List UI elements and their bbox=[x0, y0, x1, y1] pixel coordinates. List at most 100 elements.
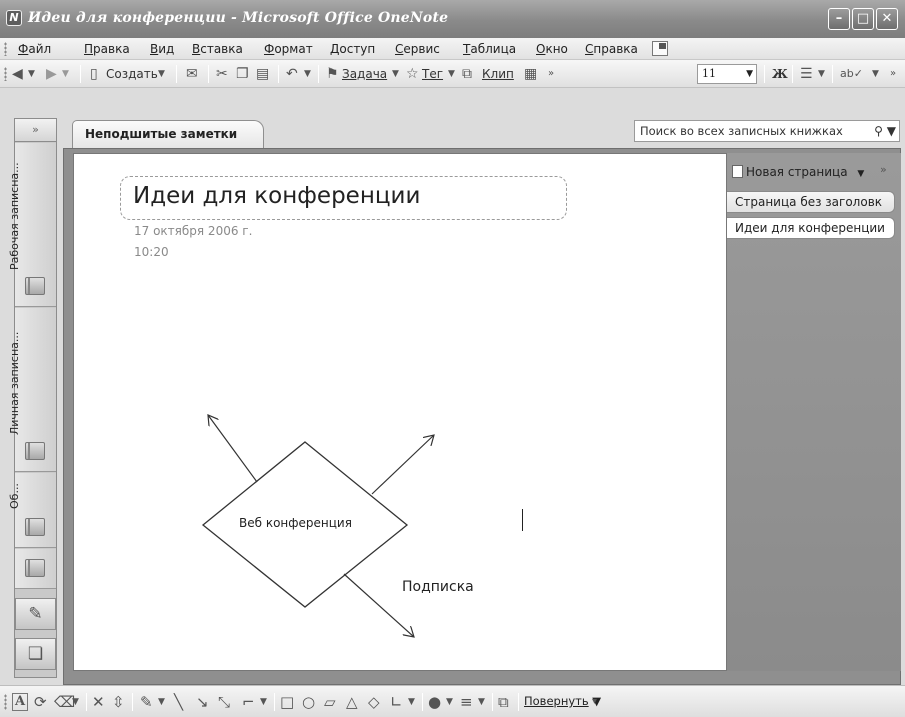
triangle-icon[interactable]: △ bbox=[346, 693, 358, 711]
page-tab-conference-ideas[interactable]: Идеи для конференции bbox=[727, 217, 895, 239]
toolbar-separator bbox=[278, 65, 279, 83]
pen-icon[interactable]: ✎ bbox=[140, 693, 153, 711]
maximize-button[interactable]: □ bbox=[852, 8, 874, 30]
arrow-up-left[interactable] bbox=[208, 415, 258, 483]
paste-icon[interactable]: ▤ bbox=[256, 65, 269, 83]
clip-icon[interactable]: ⧉ bbox=[462, 65, 472, 83]
toolbar-separator bbox=[132, 693, 133, 711]
bold-button[interactable]: Ж bbox=[772, 65, 788, 83]
cut-icon[interactable]: ✂ bbox=[216, 65, 228, 83]
arrow-icon[interactable]: ↘ bbox=[196, 693, 209, 711]
ellipse-icon[interactable]: ○ bbox=[302, 693, 315, 711]
task-dropdown-icon[interactable]: ▼ bbox=[392, 65, 399, 83]
toolbar-separator bbox=[318, 65, 319, 83]
shapes-dropdown-icon[interactable]: ▼ bbox=[408, 693, 415, 711]
toolbar-grip[interactable] bbox=[4, 694, 7, 710]
chevron-down-icon[interactable]: ▼ bbox=[857, 169, 864, 179]
onenote-app-icon: N bbox=[6, 10, 22, 26]
tag-dropdown-icon[interactable]: ▼ bbox=[448, 65, 455, 83]
forward-dropdown-icon[interactable]: ▼ bbox=[62, 65, 69, 83]
undo-icon[interactable]: ↶ bbox=[286, 65, 298, 83]
axes-icon[interactable]: ⌐ bbox=[242, 693, 255, 711]
task-button[interactable]: Задача bbox=[342, 65, 387, 83]
menu-window[interactable]: Окно bbox=[536, 42, 568, 56]
select-text-icon[interactable]: A bbox=[12, 693, 29, 711]
color-icon[interactable]: ● bbox=[428, 693, 441, 711]
menu-insert[interactable]: Вставка bbox=[192, 42, 243, 56]
forward-icon[interactable]: ▶ bbox=[46, 65, 57, 83]
arrange-icon[interactable]: ⧉ bbox=[498, 693, 509, 711]
tag-star-icon[interactable]: ☆ bbox=[406, 65, 419, 83]
new-page-button[interactable]: Новая страница ▼ bbox=[732, 163, 864, 181]
thickness-icon[interactable]: ≡ bbox=[460, 693, 473, 711]
tag-button[interactable]: Тег bbox=[422, 65, 443, 83]
menu-format[interactable]: Формат bbox=[264, 42, 313, 56]
toolbar-separator bbox=[80, 65, 81, 83]
toolbar-separator bbox=[764, 65, 765, 83]
diagram-center-label[interactable]: Веб конференция bbox=[239, 516, 352, 530]
close-button[interactable]: ✕ bbox=[876, 8, 898, 30]
notebook-other[interactable]: Об... bbox=[8, 473, 56, 548]
create-dropdown-icon[interactable]: ▼ bbox=[158, 65, 165, 83]
rectangle-icon[interactable]: □ bbox=[280, 693, 294, 711]
clip-button[interactable]: Клип bbox=[482, 65, 514, 83]
bullets-dropdown-icon[interactable]: ▼ bbox=[818, 65, 825, 83]
arrow-up-right[interactable] bbox=[371, 435, 434, 495]
line-icon[interactable]: ╲ bbox=[174, 693, 183, 711]
search-icon[interactable]: ⚲ ▼ bbox=[874, 121, 896, 141]
toolbar-overflow-icon[interactable]: » bbox=[890, 65, 896, 83]
menu-edit[interactable]: Правка bbox=[84, 42, 130, 56]
diagram-drawing[interactable] bbox=[73, 153, 727, 671]
eraser-dropdown-icon[interactable]: ▼ bbox=[72, 693, 79, 711]
menu-table[interactable]: Таблица bbox=[463, 42, 516, 56]
menu-share[interactable]: Доступ bbox=[330, 42, 375, 56]
axes-dropdown-icon[interactable]: ▼ bbox=[260, 693, 267, 711]
minimize-button[interactable]: – bbox=[828, 8, 850, 30]
page-tab-untitled[interactable]: Страница без заголовк bbox=[727, 191, 895, 213]
diamond-icon[interactable]: ◇ bbox=[368, 693, 380, 711]
new-page-icon[interactable]: ▯ bbox=[90, 65, 98, 83]
toolbar-overflow-icon[interactable]: » bbox=[548, 65, 554, 83]
search-input[interactable]: Поиск во всех записных книжках ⚲ ▼ bbox=[634, 120, 900, 142]
notebook-work[interactable]: Рабочая записна... bbox=[8, 143, 56, 307]
undo-dropdown-icon[interactable]: ▼ bbox=[304, 65, 311, 83]
table-icon[interactable]: ▦ bbox=[524, 65, 537, 83]
font-size-select[interactable]: 11 ▼ bbox=[697, 64, 757, 84]
menu-help[interactable]: Справка bbox=[585, 42, 638, 56]
email-icon[interactable]: ✉ bbox=[186, 65, 198, 83]
pen-dropdown-icon[interactable]: ▼ bbox=[158, 693, 165, 711]
insert-space-icon[interactable]: ⇳ bbox=[112, 693, 125, 711]
delete-icon[interactable]: ✕ bbox=[92, 693, 105, 711]
toolbar-grip[interactable] bbox=[4, 67, 7, 81]
back-dropdown-icon[interactable]: ▼ bbox=[28, 65, 35, 83]
color-dropdown-icon[interactable]: ▼ bbox=[446, 693, 453, 711]
unfiled-notes-icon[interactable]: ✎ bbox=[15, 598, 56, 630]
section-tab-unfiled[interactable]: Неподшитые заметки bbox=[72, 120, 265, 148]
menu-tools[interactable]: Сервис bbox=[395, 42, 440, 56]
spellcheck-dropdown-icon[interactable]: ▼ bbox=[872, 65, 879, 83]
spellcheck-icon[interactable]: ab✓ bbox=[840, 65, 863, 83]
notebook-menu-icon[interactable]: ❏ bbox=[15, 638, 56, 670]
parallelogram-icon[interactable]: ▱ bbox=[324, 693, 336, 711]
notebook-extra[interactable] bbox=[15, 549, 56, 589]
menu-file[interactable]: Файл bbox=[18, 42, 51, 56]
toolbar-options-icon[interactable]: ▾ bbox=[592, 693, 597, 711]
flag-icon[interactable]: ⚑ bbox=[326, 65, 339, 83]
copy-icon[interactable]: ❐ bbox=[236, 65, 249, 83]
thickness-dropdown-icon[interactable]: ▼ bbox=[478, 693, 485, 711]
rotate-button[interactable]: Повернуть ▼ bbox=[524, 694, 601, 708]
diagram-arrow-label[interactable]: Подписка bbox=[402, 579, 474, 595]
menu-view[interactable]: Вид bbox=[150, 42, 174, 56]
pages-more-button[interactable]: » bbox=[880, 163, 887, 176]
toolbar-separator bbox=[518, 693, 519, 711]
page-icon bbox=[732, 165, 743, 178]
axes-chart-icon[interactable]: ∟ bbox=[390, 693, 403, 711]
menubar-grip[interactable] bbox=[4, 42, 7, 56]
font-size-value: 11 bbox=[702, 67, 716, 80]
create-button[interactable]: Создать bbox=[106, 65, 158, 83]
lasso-icon[interactable]: ⟳ bbox=[34, 693, 47, 711]
bullets-icon[interactable]: ☰ bbox=[800, 65, 813, 83]
double-arrow-icon[interactable]: ⤡ bbox=[218, 693, 230, 711]
notebook-personal[interactable]: Личная записна... bbox=[8, 308, 56, 472]
fullpage-view-icon[interactable] bbox=[652, 41, 668, 56]
